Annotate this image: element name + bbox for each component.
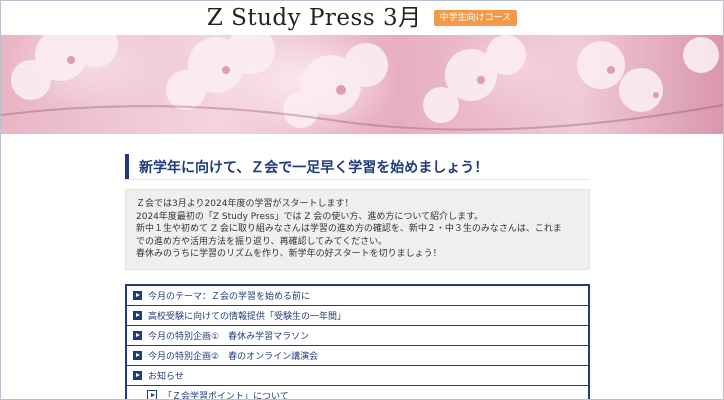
page-frame: Z Study Press 3月 中学生向けコース 新学年に向けて、Ｚ会で一足早…	[0, 0, 724, 400]
arrow-right-icon	[133, 290, 142, 300]
main-content: 新学年に向けて、Ｚ会で一足早く学習を始めましょう！ Ｚ会では3月より2024年度…	[1, 154, 723, 400]
menu-item-label: 今月の特別企画① 春休み学習マラソン	[148, 331, 310, 342]
newsletter-title: Z Study Press 3月	[206, 5, 422, 31]
section-heading: 新学年に向けて、Ｚ会で一足早く学習を始めましょう！	[125, 154, 590, 179]
menu-item-special-2[interactable]: 今月の特別企画② 春のオンライン講演会	[127, 346, 588, 366]
menu-item-news[interactable]: お知らせ	[127, 366, 588, 386]
contents-menu: 今月のテーマ：Ｚ会の学習を始める前に 高校受験に向けての情報提供「受験生の一年間…	[125, 283, 590, 400]
arrow-right-outline-icon	[147, 390, 157, 399]
arrow-right-icon	[133, 350, 142, 360]
course-badge: 中学生向けコース	[433, 10, 518, 26]
menu-item-label: 今月の特別企画② 春のオンライン講演会	[148, 351, 319, 362]
menu-item-label: 高校受験に向けての情報提供「受験生の一年間」	[148, 311, 347, 322]
menu-item-theme[interactable]: 今月のテーマ：Ｚ会の学習を始める前に	[127, 286, 588, 306]
arrow-right-icon	[133, 370, 142, 380]
menu-item-exam-info[interactable]: 高校受験に向けての情報提供「受験生の一年間」	[127, 306, 588, 326]
intro-line: 新中１生や初めて Z 会に取り組みなさんは学習の進め方の確認を、新中２・中３生の…	[136, 224, 562, 234]
menu-item-label: お知らせ	[148, 371, 184, 382]
menu-item-special-1[interactable]: 今月の特別企画① 春休み学習マラソン	[127, 326, 588, 346]
blossom-illustration	[1, 35, 723, 131]
arrow-right-icon	[133, 310, 142, 320]
intro-box: Ｚ会では3月より2024年度の学習がスタートします！ 2024年度最初の「Z S…	[125, 189, 590, 270]
submenu-item-label: 「Ｚ会学習ポイント」について	[163, 391, 289, 400]
arrow-right-icon	[133, 330, 142, 340]
intro-line: 春休みのうちに学習のリズムを作り、新学年の好スタートを切りましょう！	[136, 249, 442, 259]
menu-item-label: 今月のテーマ：Ｚ会の学習を始める前に	[148, 291, 311, 302]
cherry-blossom-banner	[1, 35, 723, 134]
intro-line: 2024年度最初の「Z Study Press」では Z 会の使い方、進め方につ…	[136, 211, 484, 222]
submenu-item-points[interactable]: 「Ｚ会学習ポイント」について	[127, 386, 588, 400]
intro-line: での進め方や活用方法を振り返り、再確認してみてください。	[136, 236, 388, 247]
intro-line: Ｚ会では3月より2024年度の学習がスタートします！	[136, 199, 354, 209]
header: Z Study Press 3月 中学生向けコース	[1, 1, 723, 35]
